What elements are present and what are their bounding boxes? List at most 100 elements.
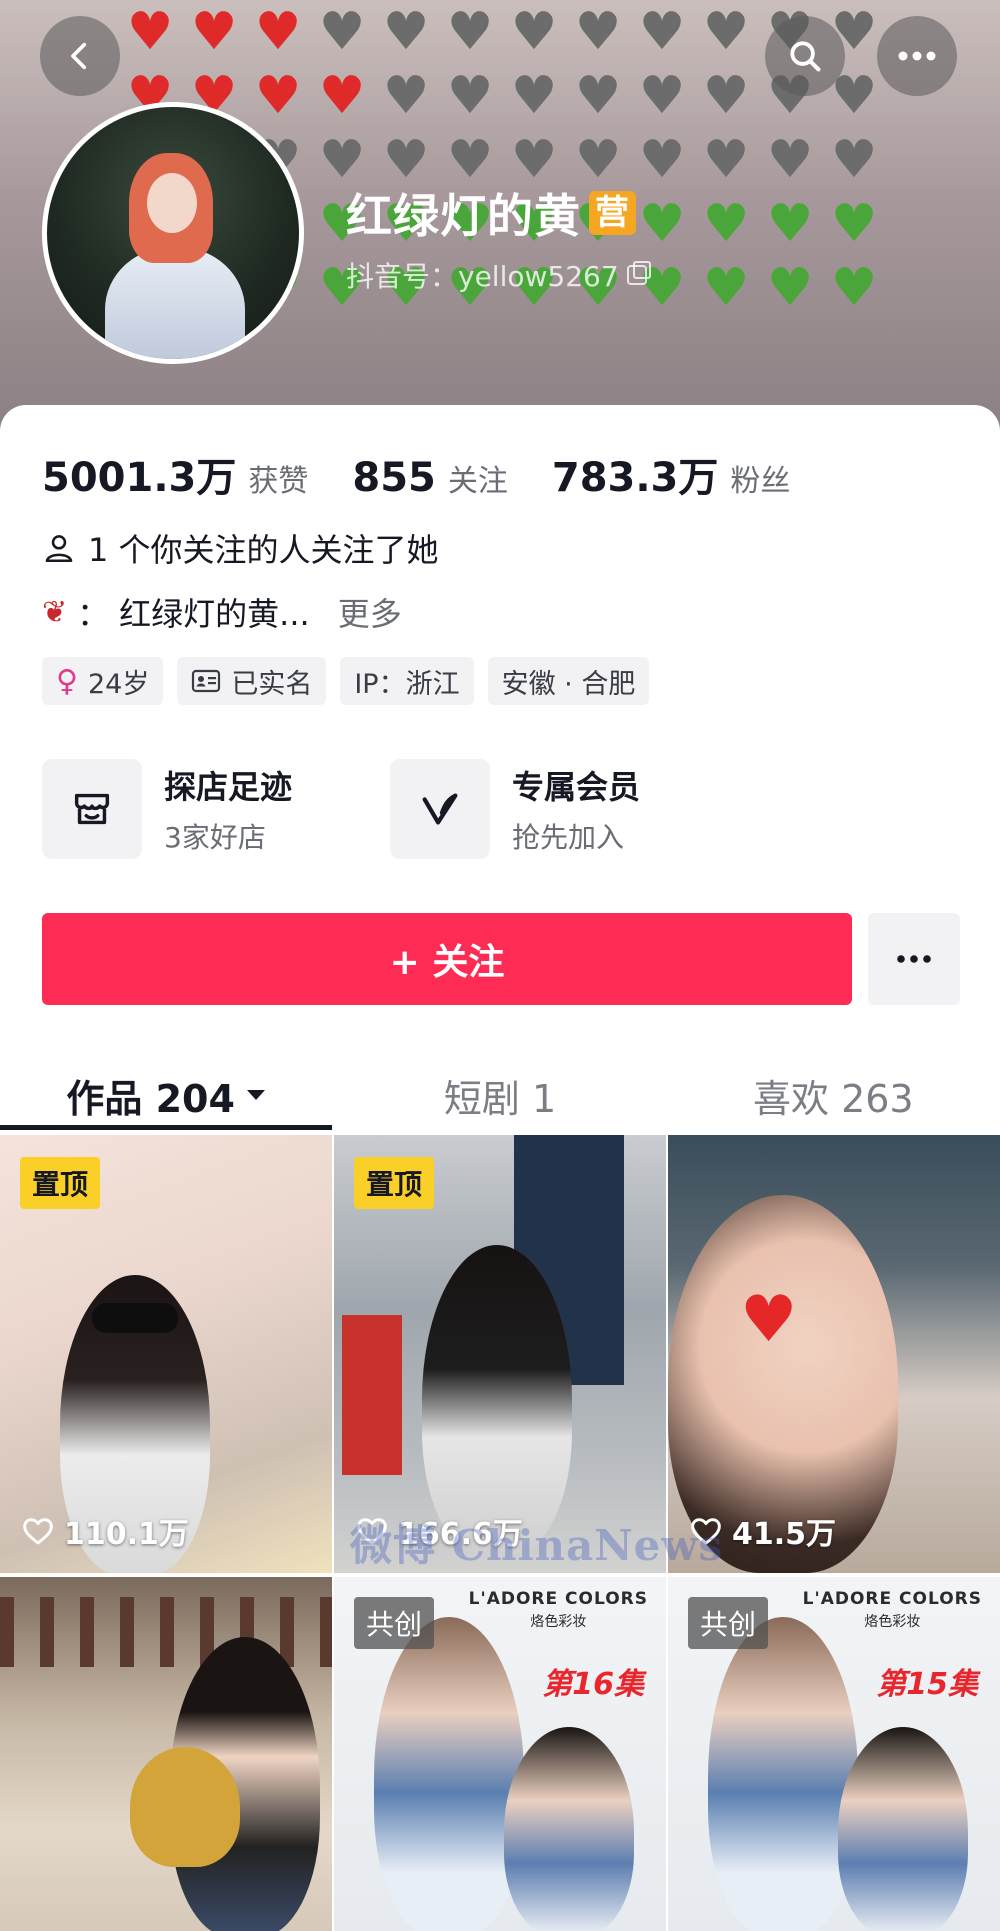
content-tabs: 作品 204 短剧 1 喜欢 263 [0, 1055, 1000, 1135]
tab-short-drama[interactable]: 短剧 1 [333, 1055, 666, 1135]
video-item[interactable] [0, 1577, 332, 1931]
more-horizontal-icon [898, 51, 936, 61]
red-heart-icon: ♥ [126, 2, 174, 62]
brand-logo: L'ADORE COLORS 烙色彩妆 [469, 1589, 648, 1631]
bio-more-link[interactable]: 更多 [338, 589, 402, 635]
membership-entry[interactable]: 专属会员 抢先加入 [390, 757, 708, 861]
green-heart-icon: ♥ [702, 258, 750, 318]
tab-works[interactable]: 作品 204 [0, 1055, 333, 1135]
female-icon: ♀ [56, 663, 78, 699]
broken-heart-icon: ♥ [638, 2, 686, 62]
bio[interactable]: ❦ ： 红绿灯的黄... 更多 [42, 589, 402, 635]
tag-verified[interactable]: 已实名 [177, 657, 327, 705]
broken-heart-icon: ♥ [382, 66, 430, 126]
tag-text: IP：浙江 [354, 668, 460, 700]
red-heart-icon: ♥ [254, 66, 302, 126]
profile-content: 5001.3万 获赞 855 关注 783.3万 粉丝 1 个你关注的人关注了她… [0, 405, 1000, 1931]
video-item[interactable]: 置顶 166.6万 [334, 1135, 666, 1573]
person-icon [45, 535, 73, 563]
profile-name-text: 红绿灯的黄 [346, 189, 581, 243]
red-heart-icon: ♥ [254, 2, 302, 62]
store-visits-entry[interactable]: 探店足迹 3家好店 [42, 757, 360, 861]
video-item[interactable]: ♥ 41.5万 [668, 1135, 1000, 1573]
store-icon [42, 759, 142, 859]
broken-heart-icon: ♥ [638, 66, 686, 126]
broken-heart-icon: ♥ [702, 130, 750, 190]
broken-heart-icon: ♥ [318, 2, 366, 62]
broken-heart-icon: ♥ [446, 66, 494, 126]
stat-value: 855 [352, 455, 436, 501]
stat-value: 5001.3万 [42, 455, 237, 501]
more-horizontal-icon [897, 955, 931, 963]
green-heart-icon: ♥ [830, 258, 878, 318]
brand-name: L'ADORE COLORS [468, 1589, 648, 1609]
tab-label: 短剧 1 [443, 1076, 557, 1121]
scarf-icon: ❦ [42, 594, 68, 630]
caret-down-icon[interactable] [245, 1088, 267, 1102]
bio-prefix: ： [77, 595, 110, 633]
copy-icon[interactable] [626, 261, 651, 285]
green-heart-icon: ♥ [766, 194, 814, 254]
feature-title: 探店足迹 [164, 768, 293, 806]
id-card-icon [192, 669, 221, 693]
stat-label: 关注 [447, 464, 508, 499]
like-count: 110.1万 [22, 1509, 189, 1553]
broken-heart-icon: ♥ [638, 130, 686, 190]
co-creation-badge: 共创 [354, 1597, 435, 1649]
stat-likes[interactable]: 5001.3万 获赞 [42, 445, 308, 503]
tab-label: 作品 204 [66, 1076, 235, 1121]
back-button[interactable] [40, 16, 120, 96]
profile-tags: ♀ 24岁 已实名 IP：浙江 安徽 · 合肥 [42, 657, 650, 705]
pinned-badge: 置顶 [354, 1157, 435, 1209]
video-item[interactable]: 置顶 110.1万 [0, 1135, 332, 1573]
broken-heart-icon: ♥ [510, 66, 558, 126]
mutual-follow-text: 1 个你关注的人关注了她 [88, 531, 439, 569]
store-badge: 营 [589, 191, 636, 235]
follow-button[interactable]: + 关注 [42, 913, 852, 1005]
video-item[interactable]: L'ADORE COLORS 烙色彩妆 第15集 共创 [668, 1577, 1000, 1931]
tab-label: 喜欢 263 [753, 1076, 914, 1121]
brand-name: L'ADORE COLORS [802, 1589, 982, 1609]
broken-heart-icon: ♥ [702, 2, 750, 62]
pinned-badge: 置顶 [20, 1157, 101, 1209]
avatar[interactable] [42, 102, 304, 364]
green-heart-icon: ♥ [702, 194, 750, 254]
stats-row: 5001.3万 获赞 855 关注 783.3万 粉丝 [42, 445, 790, 503]
broken-heart-icon: ♥ [702, 66, 750, 126]
feature-title: 专属会员 [512, 768, 641, 806]
broken-heart-icon: ♥ [574, 2, 622, 62]
chevron-left-icon [71, 42, 87, 70]
search-icon [790, 41, 821, 72]
stat-followers[interactable]: 783.3万 粉丝 [552, 445, 791, 503]
broken-heart-icon: ♥ [766, 130, 814, 190]
like-count-text: 41.5万 [732, 1517, 837, 1552]
stat-label: 获赞 [248, 464, 309, 499]
feature-entries: 探店足迹 3家好店 专属会员 抢先加入 [42, 757, 708, 861]
heart-outline-icon [23, 1518, 53, 1545]
brand-subtitle: 烙色彩妆 [864, 1614, 921, 1630]
video-item[interactable]: L'ADORE COLORS 烙色彩妆 第16集 共创 [334, 1577, 666, 1931]
stat-following[interactable]: 855 关注 [352, 455, 508, 501]
broken-heart-icon: ♥ [574, 66, 622, 126]
douyin-id-text: 抖音号：yellow5267 [346, 260, 619, 293]
bio-text: 红绿灯的黄... [119, 595, 310, 633]
episode-label: 第16集 [542, 1667, 644, 1702]
more-options-button[interactable] [877, 16, 957, 96]
douyin-id[interactable]: 抖音号：yellow5267 [346, 255, 651, 295]
like-count-text: 110.1万 [64, 1517, 189, 1552]
red-heart-icon: ♥ [190, 2, 238, 62]
profile-name: 红绿灯的黄 营 [346, 180, 636, 246]
tag-ip: IP：浙江 [340, 657, 474, 705]
episode-label: 第15集 [876, 1667, 978, 1702]
tag-age: ♀ 24岁 [42, 657, 164, 705]
stat-value: 783.3万 [551, 455, 719, 501]
tag-location: 安徽 · 合肥 [487, 657, 650, 705]
action-row: + 关注 [42, 913, 960, 1005]
search-button[interactable] [765, 16, 845, 96]
more-actions-button[interactable] [868, 913, 960, 1005]
broken-heart-icon: ♥ [446, 2, 494, 62]
active-tab-indicator [0, 1125, 332, 1130]
emoji-row: ♥♥♥♥♥♥♥♥♥♥♥♥ [118, 0, 998, 64]
tab-likes[interactable]: 喜欢 263 [667, 1055, 1000, 1135]
mutual-follow-info[interactable]: 1 个你关注的人关注了她 [42, 525, 439, 571]
